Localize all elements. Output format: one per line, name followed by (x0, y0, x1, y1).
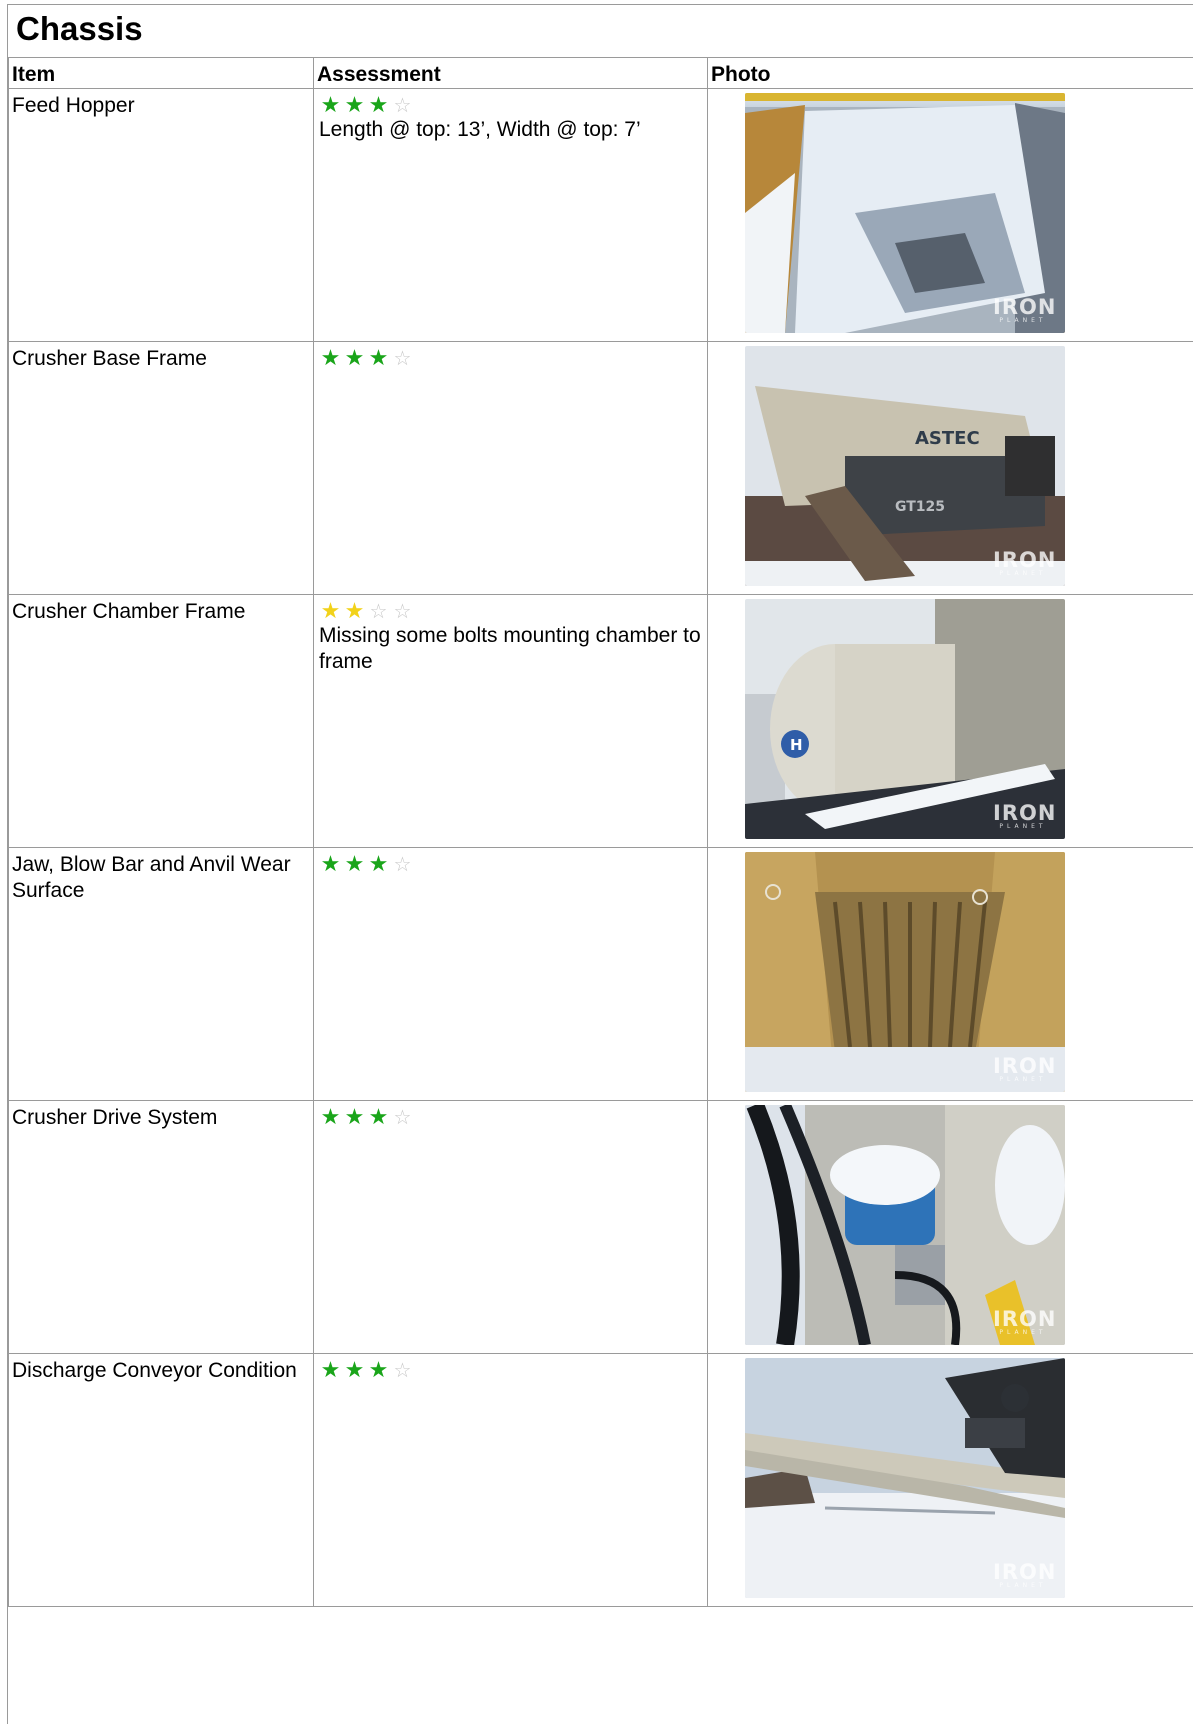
star-empty-icon: ☆ (391, 1359, 415, 1383)
star-filled-icon: ★ (319, 1105, 343, 1129)
inspection-table: Item Assessment Photo Feed Hopper ★★★☆ L… (8, 57, 1193, 1607)
star-filled-icon: ★ (319, 599, 343, 623)
star-filled-icon: ★ (343, 599, 367, 623)
iron-planet-watermark: IRONPLANET (993, 297, 1053, 325)
item-name: Feed Hopper (9, 89, 314, 342)
column-header-photo: Photo (708, 58, 1193, 89)
feed-hopper-photo[interactable]: IRONPLANET (745, 93, 1065, 333)
star-rating: ★★★☆ (319, 852, 702, 876)
photo-cell: ASTEC GT125 IRONPLANET (708, 342, 1193, 595)
table-row: Crusher Drive System ★★★☆ (9, 1101, 1193, 1354)
star-rating: ★★★☆ (319, 1358, 702, 1382)
star-empty-icon: ☆ (367, 600, 391, 624)
star-filled-icon: ★ (343, 93, 367, 117)
iron-planet-watermark: IRONPLANET (993, 1309, 1053, 1337)
star-filled-icon: ★ (343, 1358, 367, 1382)
crusher-chamber-frame-photo[interactable]: H IRONPLANET (745, 599, 1065, 839)
assessment-cell: ★★★☆ Length @ top: 13’, Width @ top: 7’ (314, 89, 708, 342)
photo-cell: IRONPLANET (708, 1354, 1193, 1607)
star-filled-icon: ★ (367, 1105, 391, 1129)
star-filled-icon: ★ (319, 852, 343, 876)
assessment-cell: ★★★☆ (314, 1354, 708, 1607)
star-empty-icon: ☆ (391, 94, 415, 118)
star-filled-icon: ★ (319, 346, 343, 370)
crusher-base-frame-photo[interactable]: ASTEC GT125 IRONPLANET (745, 346, 1065, 586)
star-empty-icon: ☆ (391, 347, 415, 371)
chamber-logo-text: H (790, 736, 803, 754)
photo-cell: IRONPLANET (708, 89, 1193, 342)
table-row: Crusher Chamber Frame ★★☆☆ Missing some … (9, 595, 1193, 848)
model-text: GT125 (895, 499, 945, 515)
star-rating: ★★★☆ (319, 93, 702, 117)
table-header-row: Item Assessment Photo (9, 58, 1193, 89)
iron-planet-watermark: IRONPLANET (993, 550, 1053, 578)
star-filled-icon: ★ (343, 1105, 367, 1129)
chassis-section: Chassis Item Assessment Photo Feed Hoppe… (7, 4, 1193, 1724)
star-rating: ★★☆☆ (319, 599, 702, 623)
star-rating: ★★★☆ (319, 346, 702, 370)
star-filled-icon: ★ (367, 852, 391, 876)
astec-logo-text: ASTEC (915, 428, 980, 449)
table-row: Jaw, Blow Bar and Anvil Wear Surface ★★★… (9, 848, 1193, 1101)
iron-planet-watermark: IRONPLANET (993, 1562, 1053, 1590)
item-name: Crusher Chamber Frame (9, 595, 314, 848)
assessment-cell: ★★★☆ (314, 342, 708, 595)
column-header-item: Item (9, 58, 314, 89)
item-name: Crusher Base Frame (9, 342, 314, 595)
crusher-drive-system-photo[interactable]: IRONPLANET (745, 1105, 1065, 1345)
assessment-note: Missing some bolts mounting chamber to f… (319, 623, 702, 675)
jaw-wear-surface-photo[interactable]: IRONPLANET (745, 852, 1065, 1092)
assessment-note: Length @ top: 13’, Width @ top: 7’ (319, 117, 702, 143)
star-filled-icon: ★ (367, 93, 391, 117)
photo-cell: IRONPLANET (708, 848, 1193, 1101)
star-empty-icon: ☆ (391, 853, 415, 877)
star-filled-icon: ★ (343, 346, 367, 370)
assessment-cell: ★★★☆ (314, 1101, 708, 1354)
table-row: Discharge Conveyor Condition ★★★☆ (9, 1354, 1193, 1607)
section-title: Chassis (16, 9, 143, 49)
star-rating: ★★★☆ (319, 1105, 702, 1129)
star-filled-icon: ★ (343, 852, 367, 876)
iron-planet-watermark: IRONPLANET (993, 803, 1053, 831)
column-header-assessment: Assessment (314, 58, 708, 89)
photo-cell: IRONPLANET (708, 1101, 1193, 1354)
table-row: Crusher Base Frame ★★★☆ (9, 342, 1193, 595)
star-filled-icon: ★ (319, 93, 343, 117)
item-name: Jaw, Blow Bar and Anvil Wear Surface (9, 848, 314, 1101)
assessment-cell: ★★☆☆ Missing some bolts mounting chamber… (314, 595, 708, 848)
iron-planet-watermark: IRONPLANET (993, 1056, 1053, 1084)
star-filled-icon: ★ (319, 1358, 343, 1382)
assessment-cell: ★★★☆ (314, 848, 708, 1101)
item-name: Crusher Drive System (9, 1101, 314, 1354)
photo-cell: H IRONPLANET (708, 595, 1193, 848)
item-name: Discharge Conveyor Condition (9, 1354, 314, 1607)
star-filled-icon: ★ (367, 346, 391, 370)
discharge-conveyor-photo[interactable]: IRONPLANET (745, 1358, 1065, 1598)
table-row: Feed Hopper ★★★☆ Length @ top: 13’, Widt… (9, 89, 1193, 342)
star-filled-icon: ★ (367, 1358, 391, 1382)
star-empty-icon: ☆ (391, 1106, 415, 1130)
star-empty-icon: ☆ (391, 600, 415, 624)
